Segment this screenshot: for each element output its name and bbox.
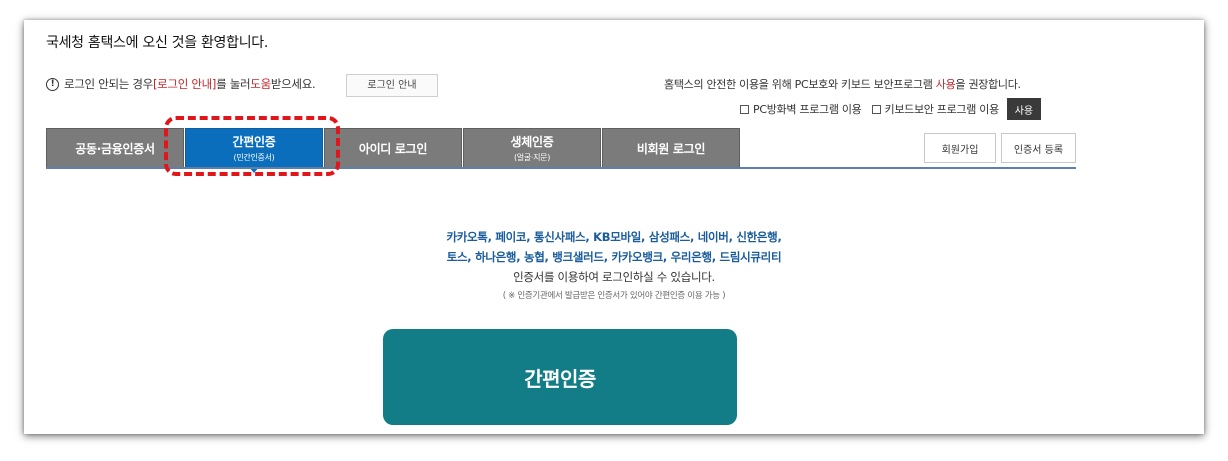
firewall-option[interactable]: PC방화벽 프로그램 이용 [740, 101, 862, 117]
login-notice: ! 로그인 안되는 경우 [로그인 안내] 를 눌러 도움 받으세요. [46, 76, 316, 92]
tab-label: 아이디 로그인 [358, 141, 428, 156]
recommend-suffix: 을 권장합니다. [955, 78, 1021, 91]
keyboard-security-label: 키보드보안 프로그램 이용 [884, 103, 1000, 116]
providers-line-1: 카카오톡, 페이코, 통신사패스, KB모바일, 삼성패스, 네이버, 신한은행… [446, 230, 782, 244]
info-icon: ! [46, 77, 59, 91]
auth-description: 인증서를 이용하여 로그인하실 수 있습니다. [513, 270, 715, 284]
security-recommendation: 홈택스의 안전한 이용을 위해 PC보호와 키보드 보안프로그램 사용을 권장합… [664, 76, 1021, 92]
signup-button[interactable]: 회원가입 [924, 133, 996, 163]
firewall-checkbox[interactable] [740, 104, 749, 114]
keyboard-security-checkbox[interactable] [871, 104, 881, 114]
auth-note: ( ※ 인증기관에서 발급받은 인증서가 있어야 간편인증 이용 가능 ) [502, 291, 726, 301]
providers-line-2: 토스, 하나은행, 농협, 뱅크샐러드, 카카오뱅크, 우리은행, 드림시큐리티 [446, 250, 782, 264]
login-guide-button[interactable]: 로그인 안내 [346, 74, 438, 97]
notice-prefix: 로그인 안되는 경우 [64, 77, 153, 91]
notice-suffix: 받으세요. [270, 77, 316, 91]
welcome-title: 국세청 홈택스에 오신 것을 환영합니다. [46, 35, 269, 51]
simple-auth-button[interactable]: 간편인증 [383, 329, 737, 425]
tab-biometric[interactable]: 생체인증 (얼굴·지문) [463, 128, 601, 168]
notice-middle: 를 눌러 [216, 77, 251, 91]
tab-label: 비회원 로그인 [636, 141, 706, 156]
firewall-label: PC방화벽 프로그램 이용 [753, 103, 862, 116]
login-guide-link[interactable]: [로그인 안내] [153, 76, 216, 92]
tab-sublabel: (얼굴·지문) [513, 153, 551, 162]
keyboard-security-option[interactable]: 키보드보안 프로그램 이용 [871, 101, 1000, 117]
recommend-highlight: 사용 [935, 78, 956, 91]
tab-label: 공동·금융인증서 [75, 141, 155, 156]
use-security-button[interactable]: 사용 [1006, 98, 1041, 120]
cert-register-button[interactable]: 인증서 등록 [1001, 133, 1076, 163]
highlight-annotation [164, 116, 340, 176]
security-options: PC방화벽 프로그램 이용 키보드보안 프로그램 이용 사용 [740, 98, 1041, 120]
login-panel: 국세청 홈택스에 오신 것을 환영합니다. ! 로그인 안되는 경우 [로그인 … [24, 20, 1204, 434]
recommend-prefix: 홈택스의 안전한 이용을 위해 PC보호와 키보드 보안프로그램 [664, 78, 936, 91]
tab-guest-login[interactable]: 비회원 로그인 [602, 128, 740, 168]
login-tabs: 공동·금융인증서 간편인증 (민간인증서) 아이디 로그인 생체인증 (얼굴·지… [46, 128, 741, 173]
notice-help: 도움 [250, 77, 271, 91]
tab-label: 생체인증 [510, 135, 554, 149]
simple-auth-content: 카카오톡, 페이코, 통신사패스, KB모바일, 삼성패스, 네이버, 신한은행… [24, 227, 1204, 301]
tab-id-login[interactable]: 아이디 로그인 [324, 128, 462, 168]
